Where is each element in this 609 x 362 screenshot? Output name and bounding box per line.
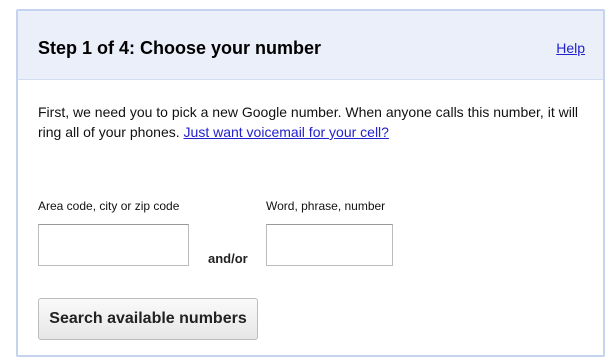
area-code-input[interactable] [38, 224, 189, 266]
word-phrase-input[interactable] [266, 224, 393, 266]
page: Step 1 of 4: Choose your number Help Fir… [0, 0, 609, 362]
choose-number-dialog: Step 1 of 4: Choose your number Help Fir… [16, 9, 605, 357]
andor-label: and/or [208, 251, 248, 266]
dialog-body: First, we need you to pick a new Google … [18, 80, 603, 356]
search-available-numbers-button[interactable]: Search available numbers [38, 298, 258, 340]
intro-paragraph: First, we need you to pick a new Google … [38, 102, 593, 142]
dialog-header: Step 1 of 4: Choose your number Help [18, 11, 603, 80]
help-link[interactable]: Help [556, 40, 585, 56]
voicemail-link[interactable]: Just want voicemail for your cell? [184, 124, 389, 140]
dialog-title: Step 1 of 4: Choose your number [38, 38, 322, 58]
area-code-label: Area code, city or zip code [38, 199, 180, 213]
word-phrase-label: Word, phrase, number [266, 199, 386, 213]
